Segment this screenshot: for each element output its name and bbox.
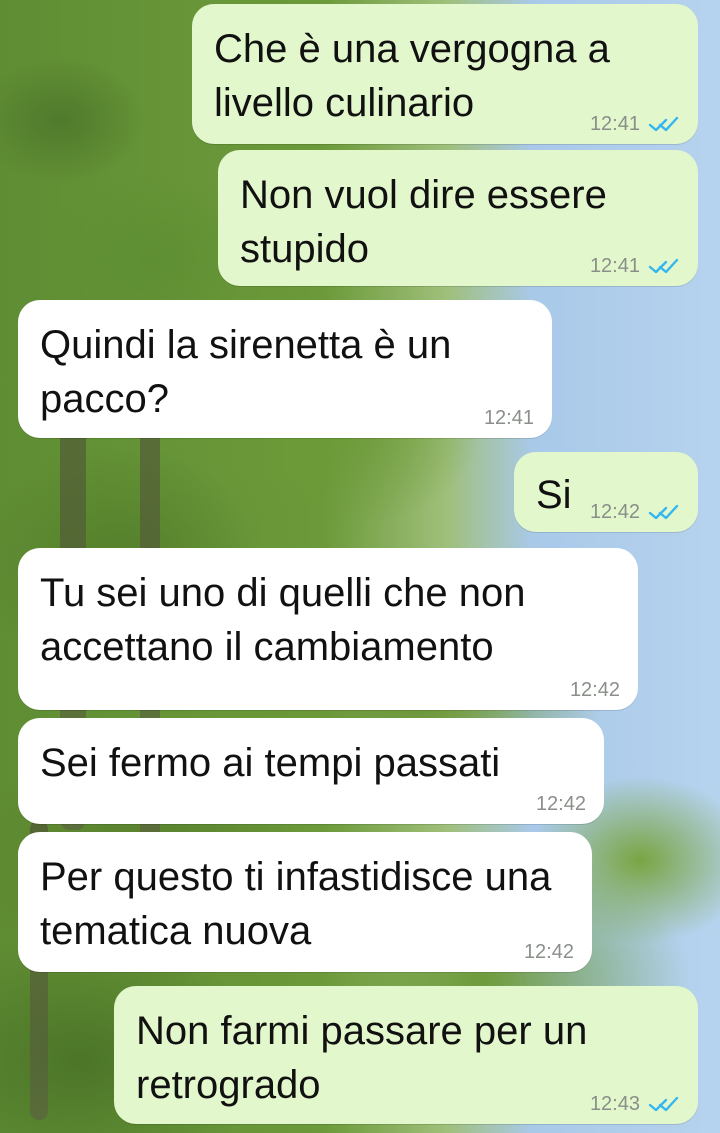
message-time: 12:41 — [483, 407, 534, 429]
message-bubble-outgoing[interactable]: Non farmi passare per un retrogrado 12:4… — [114, 986, 698, 1124]
message-bubble-outgoing[interactable]: Che è una vergogna a livello culinario 1… — [192, 4, 698, 144]
message-meta: 12:41 — [484, 408, 534, 428]
message-bubble-incoming[interactable]: Quindi la sirenetta è un pacco? 12:41 — [18, 300, 552, 438]
message-meta: 12:42 — [536, 794, 586, 814]
double-check-icon — [648, 256, 680, 276]
message-meta: 12:42 — [590, 502, 680, 522]
message-meta: 12:42 — [524, 942, 574, 962]
double-check-icon — [648, 502, 680, 522]
message-text: Sei fermo ai tempi passati — [40, 741, 501, 785]
message-time: 12:42 — [535, 793, 586, 815]
message-time: 12:42 — [523, 941, 574, 963]
message-bubble-outgoing[interactable]: Si 12:42 — [514, 452, 698, 532]
message-bubble-outgoing[interactable]: Non vuol dire essere stupido 12:41 — [218, 150, 698, 286]
double-check-icon — [648, 1094, 680, 1114]
message-text: Per questo ti infastidisce una tematica … — [40, 855, 563, 953]
message-time: 12:41 — [589, 113, 640, 135]
message-meta: 12:41 — [590, 256, 680, 276]
message-text: Quindi la sirenetta è un pacco? — [40, 323, 463, 421]
message-bubble-incoming[interactable]: Sei fermo ai tempi passati 12:42 — [18, 718, 604, 824]
message-time: 12:41 — [589, 255, 640, 277]
message-meta: 12:43 — [590, 1094, 680, 1114]
message-meta: 12:41 — [590, 114, 680, 134]
chat-thread: Che è una vergogna a livello culinario 1… — [0, 0, 720, 1133]
message-bubble-incoming[interactable]: Tu sei uno di quelli che non accettano i… — [18, 548, 638, 710]
message-text: Tu sei uno di quelli che non accettano i… — [40, 571, 537, 669]
message-time: 12:43 — [589, 1093, 640, 1115]
double-check-icon — [648, 114, 680, 134]
message-time: 12:42 — [589, 501, 640, 523]
message-meta: 12:42 — [570, 680, 620, 700]
message-bubble-incoming[interactable]: Per questo ti infastidisce una tematica … — [18, 832, 592, 972]
message-time: 12:42 — [569, 679, 620, 701]
